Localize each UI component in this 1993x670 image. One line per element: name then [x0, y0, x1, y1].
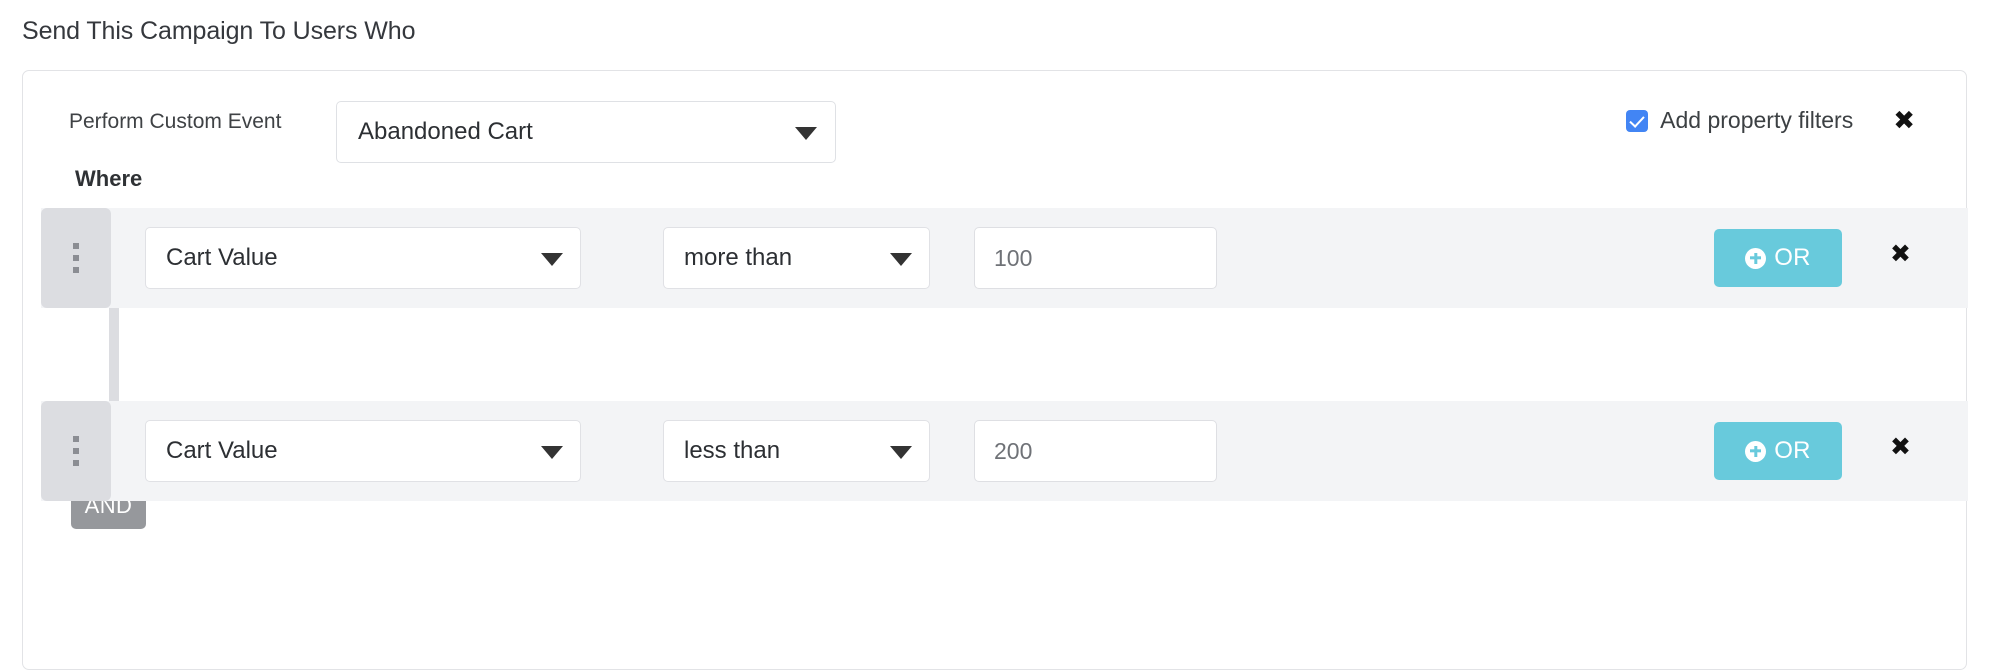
condition-value-text: 200 — [994, 438, 1033, 464]
add-property-filters-group: Add property filters ✖ — [1626, 107, 1915, 134]
condition-group-card: Perform Custom Event Abandoned Cart Add … — [22, 70, 1968, 670]
add-property-filters-label[interactable]: Add property filters — [1660, 107, 1853, 134]
condition-property-select[interactable]: Cart Value — [145, 227, 581, 289]
condition-row: Cart Value less than 200 OR ✖ — [41, 401, 1968, 501]
chevron-down-icon — [541, 253, 563, 266]
condition-operator-select[interactable]: more than — [663, 227, 930, 289]
condition-value-text: 100 — [994, 245, 1033, 271]
condition-value-input[interactable]: 200 — [974, 420, 1217, 482]
plus-circle-icon — [1745, 440, 1767, 462]
add-or-condition-button[interactable]: OR — [1714, 422, 1842, 480]
event-header-row: Perform Custom Event Abandoned Cart Add … — [23, 71, 1966, 181]
chevron-down-icon — [890, 253, 912, 266]
drag-handle-icon[interactable] — [41, 208, 111, 308]
condition-value-input[interactable]: 100 — [974, 227, 1217, 289]
chevron-down-icon — [795, 127, 817, 140]
condition-row: Cart Value more than 100 OR ✖ — [41, 208, 1968, 308]
event-type-label: Perform Custom Event — [69, 110, 282, 133]
condition-property-value: Cart Value — [166, 437, 278, 464]
page-title: Send This Campaign To Users Who — [22, 17, 416, 45]
condition-property-value: Cart Value — [166, 244, 278, 271]
drag-handle-icon[interactable] — [41, 401, 111, 501]
custom-event-select[interactable]: Abandoned Cart — [336, 101, 836, 163]
plus-circle-icon — [1745, 247, 1767, 269]
segment-builder-page: Send This Campaign To Users Who Perform … — [0, 0, 1993, 670]
remove-condition-close-icon[interactable]: ✖ — [1890, 241, 1911, 266]
condition-property-select[interactable]: Cart Value — [145, 420, 581, 482]
remove-condition-close-icon[interactable]: ✖ — [1890, 434, 1911, 459]
add-or-condition-button[interactable]: OR — [1714, 229, 1842, 287]
chevron-down-icon — [541, 446, 563, 459]
chevron-down-icon — [890, 446, 912, 459]
remove-event-close-icon[interactable]: ✖ — [1893, 108, 1915, 134]
add-or-condition-label: OR — [1774, 437, 1811, 464]
add-property-filters-checkbox[interactable] — [1626, 109, 1649, 132]
condition-operator-value: less than — [684, 437, 781, 464]
drag-dots — [73, 436, 79, 466]
custom-event-select-value: Abandoned Cart — [358, 118, 533, 145]
add-or-condition-label: OR — [1774, 244, 1811, 271]
condition-operator-value: more than — [684, 244, 793, 271]
condition-operator-select[interactable]: less than — [663, 420, 930, 482]
drag-dots — [73, 243, 79, 273]
where-label: Where — [75, 166, 143, 191]
condition-connector-line — [109, 308, 119, 401]
